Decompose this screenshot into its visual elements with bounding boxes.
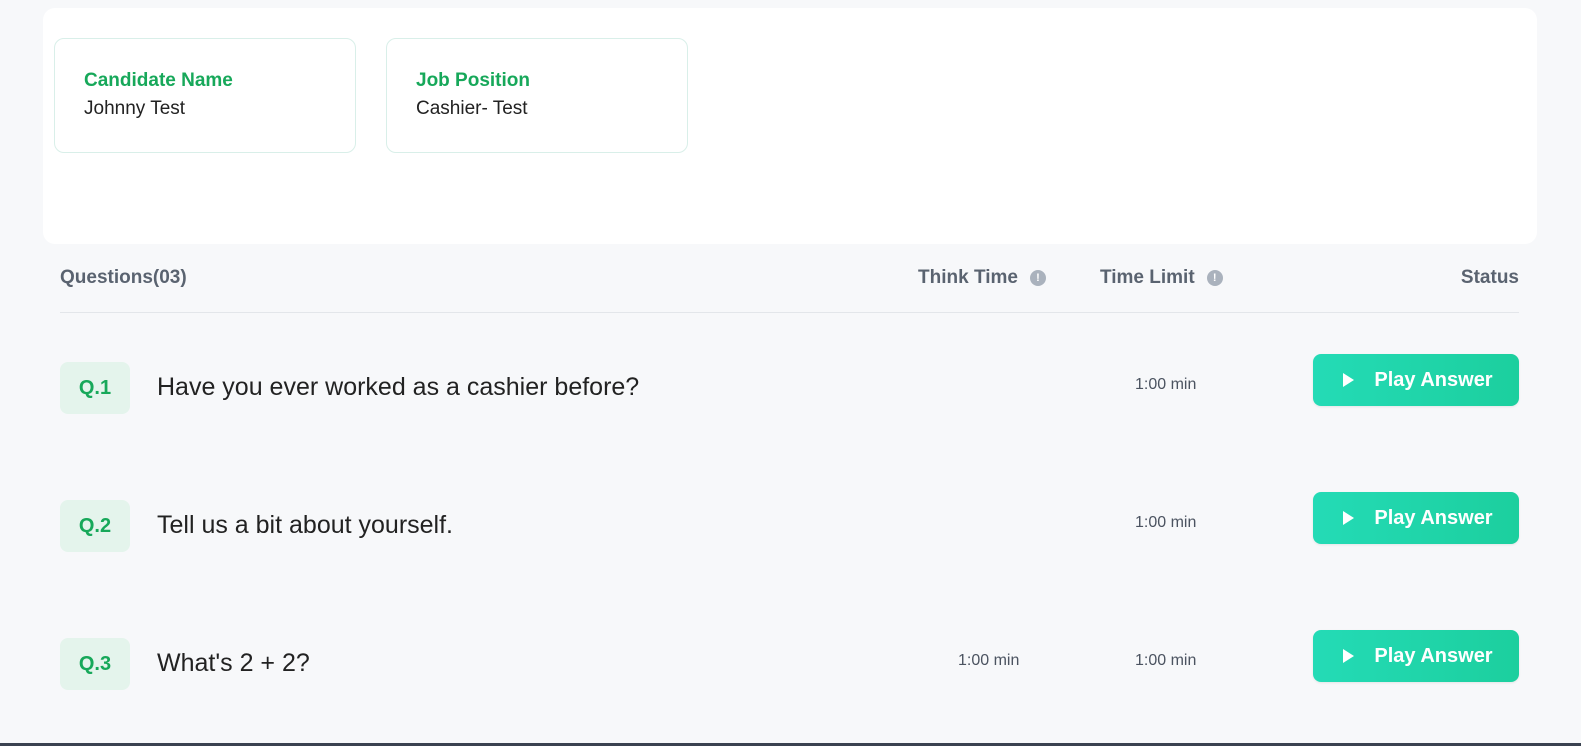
question-number-badge: Q.3 bbox=[60, 638, 130, 690]
question-time-limit: 1:00 min bbox=[1135, 514, 1197, 531]
play-answer-label: Play Answer bbox=[1374, 368, 1493, 391]
question-number-badge: Q.2 bbox=[60, 500, 130, 552]
question-number-badge: Q.1 bbox=[60, 362, 130, 414]
play-icon bbox=[1343, 649, 1355, 663]
question-row: Q.1 Have you ever worked as a cashier be… bbox=[60, 354, 1519, 414]
job-position-value: Cashier- Test bbox=[416, 98, 528, 119]
question-text: Tell us a bit about yourself. bbox=[157, 511, 453, 539]
time-limit-header: Time Limit ! bbox=[1100, 266, 1223, 290]
candidate-name-card: Candidate Name Johnny Test bbox=[54, 38, 356, 153]
question-text: Have you ever worked as a cashier before… bbox=[157, 373, 640, 401]
info-icon[interactable]: ! bbox=[1206, 270, 1223, 286]
play-answer-button[interactable]: Play Answer bbox=[1313, 630, 1519, 682]
question-think-time: 1:00 min bbox=[958, 652, 1020, 669]
questions-header-label: Questions(03) bbox=[60, 267, 187, 288]
question-time-limit: 1:00 min bbox=[1135, 652, 1197, 669]
question-text: What's 2 + 2? bbox=[157, 649, 310, 677]
play-icon bbox=[1343, 511, 1355, 525]
status-header: Status bbox=[1461, 266, 1519, 290]
questions-header: Questions(03) bbox=[60, 266, 187, 290]
questions-table-header: Questions(03) Think Time ! Time Limit ! … bbox=[60, 263, 1519, 313]
think-time-header-label: Think Time bbox=[918, 267, 1018, 288]
think-time-header: Think Time ! bbox=[918, 266, 1046, 290]
candidate-name-value: Johnny Test bbox=[84, 98, 186, 119]
candidate-name-label: Candidate Name bbox=[84, 70, 233, 91]
info-icon[interactable]: ! bbox=[1029, 270, 1046, 286]
question-row: Q.3 What's 2 + 2? 1:00 min 1:00 min Play… bbox=[60, 630, 1519, 690]
play-answer-button[interactable]: Play Answer bbox=[1313, 492, 1519, 544]
time-limit-header-label: Time Limit bbox=[1100, 267, 1195, 288]
status-header-label: Status bbox=[1460, 267, 1519, 288]
play-answer-label: Play Answer bbox=[1374, 506, 1493, 529]
play-answer-label: Play Answer bbox=[1374, 644, 1493, 667]
play-answer-button[interactable]: Play Answer bbox=[1313, 354, 1519, 406]
question-time-limit: 1:00 min bbox=[1135, 376, 1197, 393]
candidate-info-panel: Candidate Name Johnny Test Job Position … bbox=[43, 8, 1537, 244]
play-icon bbox=[1343, 373, 1355, 387]
question-row: Q.2 Tell us a bit about yourself. 1:00 m… bbox=[60, 492, 1519, 552]
job-position-card: Job Position Cashier- Test bbox=[386, 38, 688, 153]
job-position-label: Job Position bbox=[416, 70, 530, 91]
interview-review-page: Candidate Name Johnny Test Job Position … bbox=[0, 0, 1581, 746]
